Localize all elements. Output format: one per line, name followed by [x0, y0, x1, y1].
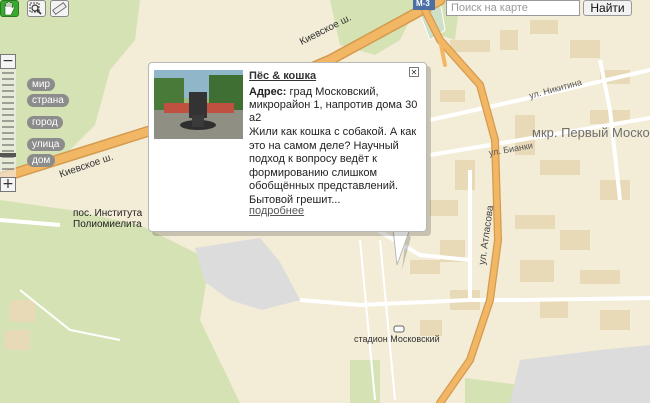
settlement-label-line1: пос. Института	[73, 208, 143, 219]
zoom-level-country[interactable]: страна	[27, 94, 69, 107]
hand-pan-icon[interactable]	[0, 0, 19, 17]
find-button[interactable]: Найти	[583, 0, 632, 16]
balloon-title[interactable]: Пёс & кошка	[249, 70, 316, 82]
settlement-label-line2: Полиомиелита	[73, 219, 142, 230]
district-label: мкр. Первый Москов	[532, 125, 650, 140]
magnifier-zoom-rect-icon[interactable]	[27, 0, 46, 17]
photo-thumbnail[interactable]	[154, 70, 243, 139]
zoom-level-house[interactable]: дом	[27, 154, 56, 167]
ruler-icon[interactable]	[50, 0, 69, 17]
stadium-label: стадион Московский	[354, 334, 440, 344]
ruler-icon-svg	[52, 2, 67, 15]
balloon-address: Адрес: град Московский, микрорайон 1, на…	[249, 86, 421, 125]
highway-badge-label: М-3	[416, 0, 430, 8]
address-label: Адрес:	[249, 86, 287, 98]
stadium-marker	[393, 325, 405, 333]
zoom-slider[interactable]	[0, 69, 16, 177]
info-balloon: Пёс & кошка ✕ Адрес: град Московский, ми…	[148, 62, 427, 232]
magnifier-icon-svg	[29, 2, 42, 15]
balloon-description: Жили как кошка с собакой. А как это на с…	[249, 126, 417, 206]
more-link[interactable]: подробнее	[249, 205, 304, 217]
zoom-out-button[interactable]: −	[0, 54, 16, 69]
zoom-in-button[interactable]: +	[0, 177, 16, 192]
zoom-level-street[interactable]: улица	[27, 138, 65, 151]
hand-pan-icon-svg	[3, 1, 15, 16]
zoom-slider-thumb	[0, 153, 16, 157]
zoom-level-city[interactable]: город	[27, 116, 63, 129]
search-input[interactable]	[446, 0, 580, 16]
zoom-level-world[interactable]: мир	[27, 78, 56, 91]
close-icon[interactable]: ✕	[409, 67, 419, 77]
